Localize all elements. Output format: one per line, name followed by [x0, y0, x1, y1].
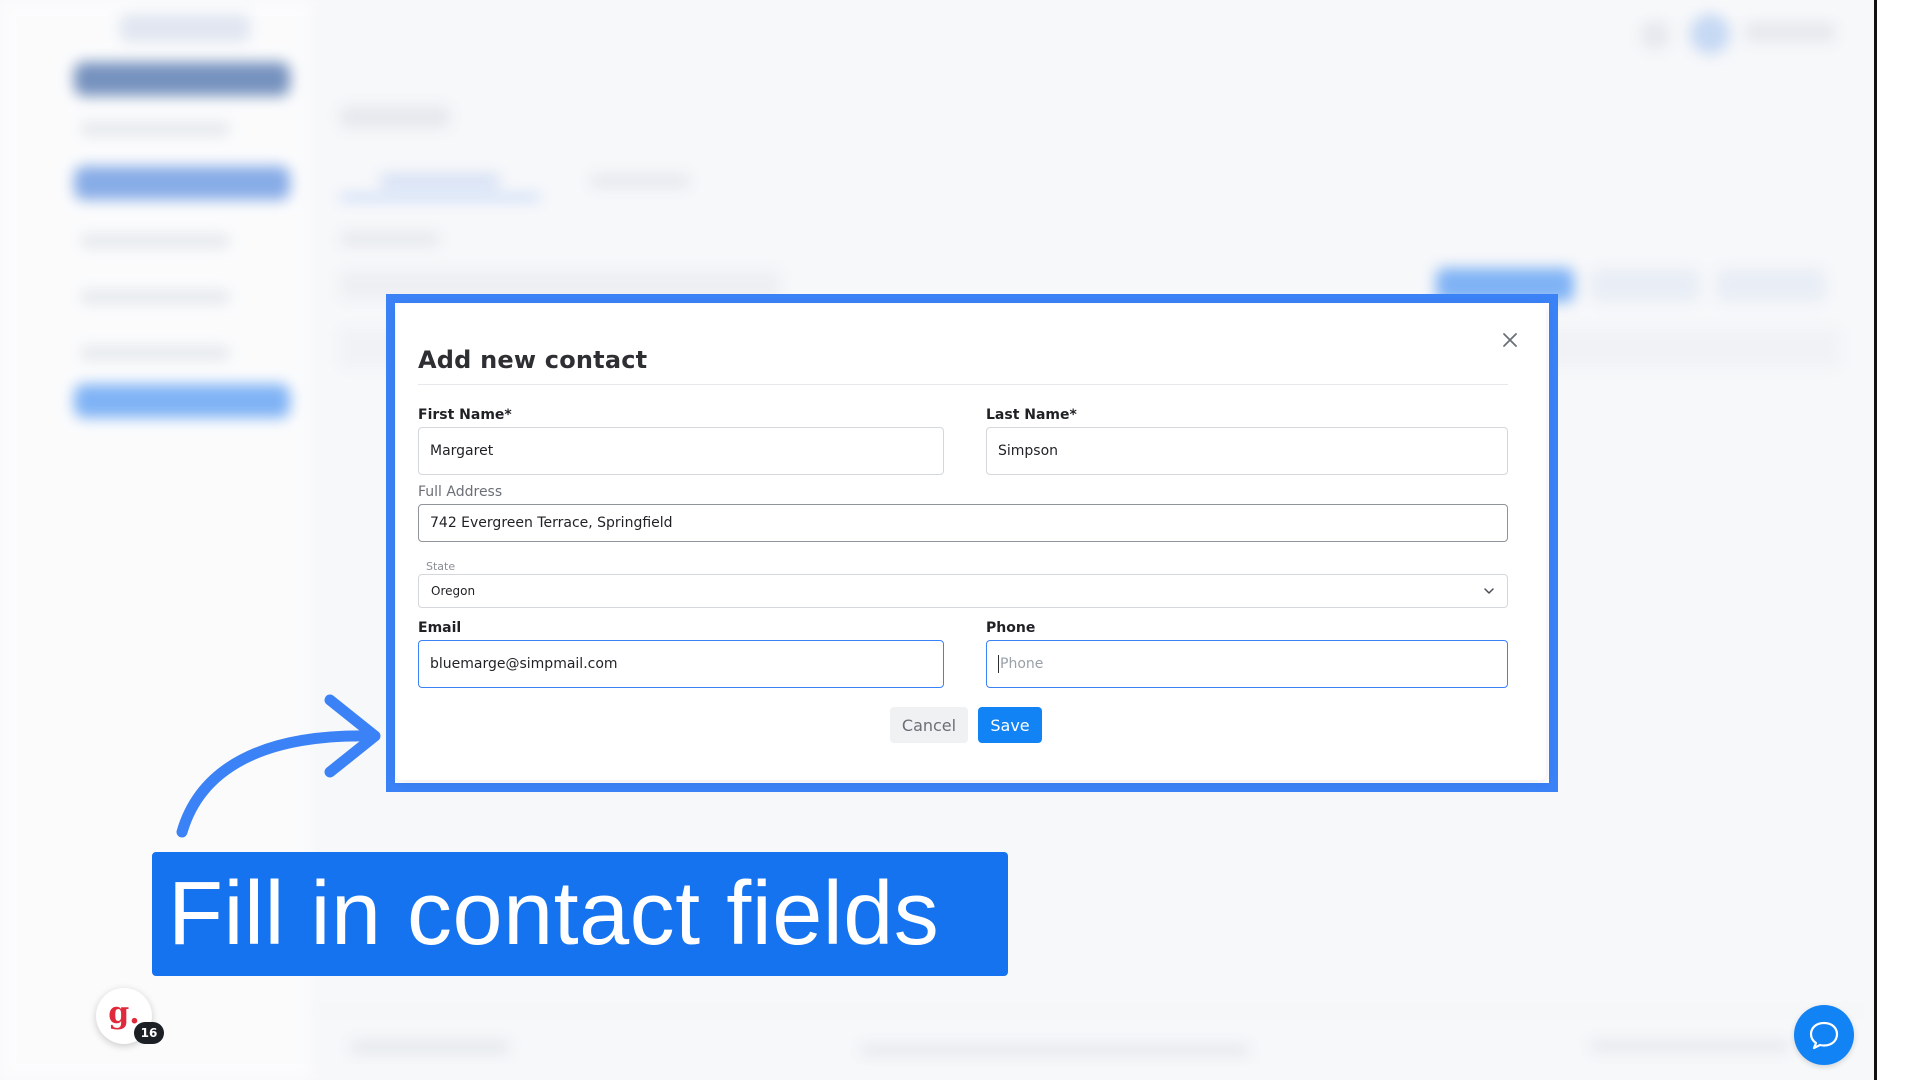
- first-name-value: Margaret: [430, 443, 494, 459]
- footer-links: [1590, 1040, 1790, 1052]
- state-label: State: [426, 560, 456, 573]
- sidebar-cta-button: [74, 384, 290, 418]
- tab-active: [380, 174, 500, 188]
- caption-banner: Fill in contact fields: [152, 852, 1008, 976]
- modal-title: Add new contact: [418, 346, 648, 374]
- email-label: Email: [418, 620, 462, 636]
- close-button[interactable]: [1496, 326, 1524, 354]
- phone-field[interactable]: Phone: [986, 640, 1508, 688]
- first-name-field[interactable]: Margaret: [418, 427, 944, 475]
- footer-brand: [350, 1040, 510, 1054]
- sidebar-item: [80, 290, 230, 304]
- title-divider: [418, 384, 1508, 385]
- avatar: [1690, 14, 1730, 54]
- state-value: Oregon: [431, 584, 476, 598]
- right-margin: [1877, 0, 1920, 1080]
- tab-underline: [340, 196, 540, 199]
- section-label: [340, 232, 440, 246]
- notification-icon: [1640, 20, 1670, 50]
- chat-button[interactable]: [1794, 1005, 1854, 1065]
- add-contact-modal: Add new contact First Name* Margaret Las…: [396, 304, 1546, 780]
- user-name: [1745, 22, 1835, 42]
- pointer-arrow-icon: [176, 694, 381, 838]
- sidebar-item: [80, 122, 230, 136]
- close-icon: [1503, 333, 1517, 347]
- last-name-label: Last Name*: [986, 407, 1077, 423]
- caption-text: Fill in contact fields: [168, 864, 940, 964]
- notification-badge: 16: [134, 1022, 164, 1044]
- chevron-down-icon: [1484, 588, 1494, 594]
- state-select[interactable]: Oregon: [418, 574, 1508, 608]
- footer-copyright: [860, 1044, 1250, 1056]
- save-button[interactable]: Save: [978, 707, 1042, 743]
- phone-label: Phone: [986, 620, 1036, 636]
- secondary-action-button: [1716, 268, 1826, 302]
- app-logo: [120, 14, 250, 42]
- address-label: Full Address: [418, 484, 503, 500]
- address-value: 742 Evergreen Terrace, Springfield: [430, 515, 673, 531]
- last-name-value: Simpson: [998, 443, 1059, 459]
- sidebar-item: [80, 234, 230, 248]
- sidebar-item-active: [74, 166, 290, 200]
- address-field[interactable]: 742 Evergreen Terrace, Springfield: [418, 504, 1508, 542]
- first-name-label: First Name*: [418, 407, 512, 423]
- page-title: [340, 106, 450, 128]
- text-caret: [998, 655, 999, 673]
- secondary-action-button: [1590, 268, 1700, 302]
- cancel-button[interactable]: Cancel: [890, 707, 968, 743]
- tab: [590, 174, 690, 188]
- window-edge: [1874, 0, 1877, 1080]
- phone-placeholder: Phone: [1000, 656, 1044, 672]
- g-logo-icon: g.: [108, 995, 140, 1031]
- sidebar-item: [80, 346, 230, 360]
- footer-divider: [310, 1010, 1880, 1011]
- email-field[interactable]: bluemarge@simpmail.com: [418, 640, 944, 688]
- screen: Add new contact First Name* Margaret Las…: [0, 0, 1920, 1080]
- email-value: bluemarge@simpmail.com: [430, 656, 618, 672]
- last-name-field[interactable]: Simpson: [986, 427, 1508, 475]
- sidebar-primary-button: [74, 62, 290, 96]
- chat-bubble-icon: [1809, 1021, 1839, 1050]
